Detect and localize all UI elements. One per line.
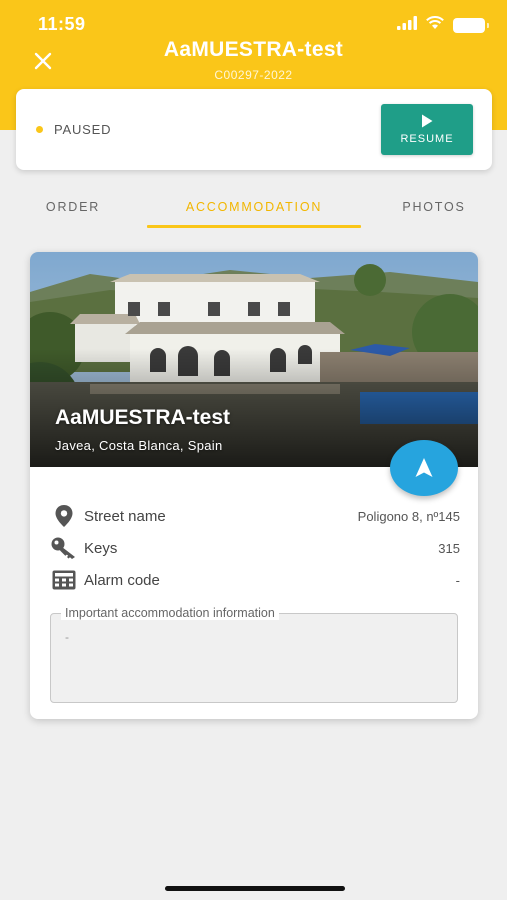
status-dot-icon [36,126,43,133]
tab-accommodation[interactable]: ACCOMMODATION [147,186,361,228]
street-name-label: Street name [84,507,166,525]
resume-button[interactable]: RESUME [381,104,473,155]
status-time: 11:59 [38,14,86,34]
page-subtitle: C00297-2022 [214,68,293,82]
keys-row: Keys 315 [50,534,460,562]
wifi-icon [425,16,445,35]
important-info-label: Important accommodation information [61,606,279,620]
accommodation-location: Javea, Costa Blanca, Spain [55,438,223,453]
active-tab-indicator [147,225,361,228]
navigate-button[interactable] [390,440,458,496]
map-pin-icon [50,502,78,530]
keypad-icon [50,566,78,594]
key-icon [50,534,78,562]
status-label: PAUSED [54,122,112,137]
tab-photos[interactable]: PHOTOS [384,186,484,228]
navigation-arrow-icon [415,458,433,477]
alarm-code-row: Alarm code - [50,566,460,594]
tab-bar: ORDER ACCOMMODATION PHOTOS [0,186,507,230]
keys-value: 315 [438,540,460,556]
street-name-row: Street name Poligono 8, nº145 [50,502,460,530]
status-icons [397,16,489,35]
keys-label: Keys [84,539,118,557]
important-info-value: - [65,630,69,644]
signal-icon [397,16,417,35]
alarm-code-label: Alarm code [84,571,160,589]
accommodation-card: AaMUESTRA-test Javea, Costa Blanca, Spai… [30,252,478,719]
accommodation-name: AaMUESTRA-test [55,406,231,429]
accommodation-photo [30,252,478,467]
play-icon [422,114,433,128]
home-indicator[interactable] [165,886,345,891]
status-card: PAUSED RESUME [16,89,492,170]
tab-order[interactable]: ORDER [22,186,124,228]
important-info-field[interactable]: Important accommodation information - [50,606,458,703]
alarm-code-value: - [455,572,460,588]
battery-icon [453,18,489,33]
resume-label: RESUME [400,133,454,145]
page-title: AaMUESTRA-test [163,38,344,61]
street-name-value: Poligono 8, nº145 [357,508,460,524]
